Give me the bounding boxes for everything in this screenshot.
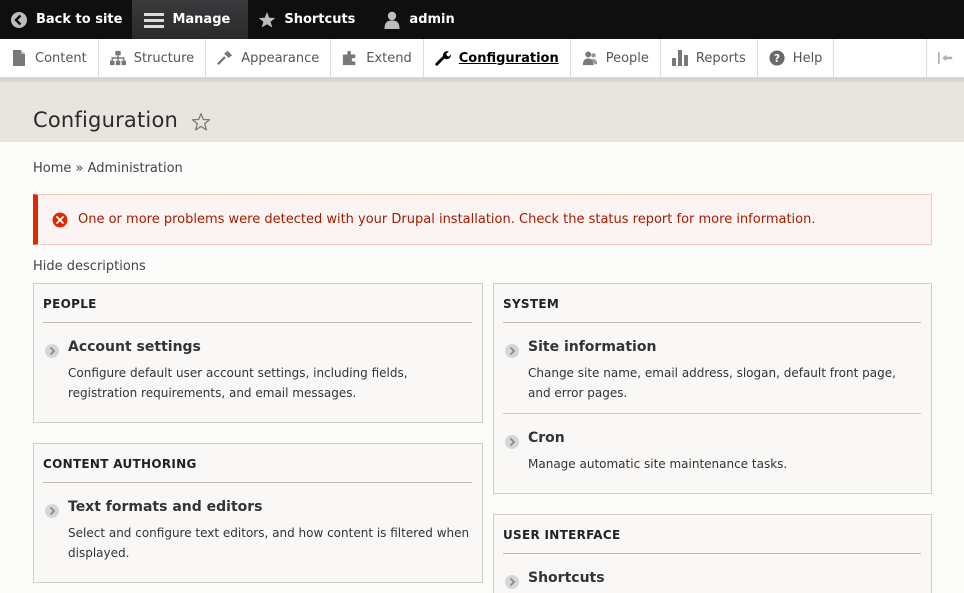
tray-item-people[interactable]: People <box>571 39 661 77</box>
breadcrumb: Home » Administration <box>33 161 183 176</box>
panel-divider <box>503 553 921 554</box>
panel-people: PEOPLE Account settings Configure defaul… <box>33 283 483 423</box>
error-icon <box>52 212 68 227</box>
shortcuts-tab[interactable]: Shortcuts <box>248 0 365 39</box>
panel-title-people: PEOPLE <box>43 297 97 311</box>
config-item-text-formats[interactable]: Text formats and editors Select and conf… <box>43 499 472 560</box>
tray-item-structure[interactable]: Structure <box>99 39 207 77</box>
tray-item-content[interactable]: Content <box>0 39 99 77</box>
panel-title-system: SYSTEM <box>503 297 560 311</box>
tray-item-appearance[interactable]: Appearance <box>206 39 332 77</box>
svg-text:?: ? <box>774 52 780 65</box>
wrench-icon <box>435 50 451 66</box>
config-item-description: Manage automatic site maintenance tasks. <box>528 457 788 471</box>
config-item-title[interactable]: Text formats and editors <box>68 499 263 515</box>
tray-label-configuration: Configuration <box>458 50 559 66</box>
people-icon <box>582 50 598 66</box>
panel-divider <box>43 322 472 323</box>
structure-icon <box>109 50 126 66</box>
chevron-right-icon <box>45 504 59 518</box>
user-icon <box>383 11 401 29</box>
shortcuts-label: Shortcuts <box>284 12 356 27</box>
chevron-right-icon <box>505 575 519 589</box>
extend-icon <box>342 50 358 66</box>
tray-orientation-toggle[interactable] <box>926 39 964 77</box>
panel-title-user-interface: USER INTERFACE <box>503 528 621 542</box>
panel-divider <box>503 322 921 323</box>
user-label: admin <box>409 12 455 27</box>
panel-divider <box>43 482 472 483</box>
page-title: Configuration <box>33 108 179 132</box>
user-tab[interactable]: admin <box>365 0 464 39</box>
config-item-description: Change site name, email address, slogan,… <box>528 366 896 400</box>
chevron-right-icon <box>505 344 519 358</box>
config-item-title[interactable]: Site information <box>528 339 656 355</box>
star-icon <box>258 11 276 29</box>
appearance-icon <box>217 50 233 66</box>
config-item-title[interactable]: Cron <box>528 430 565 446</box>
config-item-description: Configure default user account settings,… <box>68 366 408 400</box>
content-icon <box>11 50 27 66</box>
hide-descriptions-link[interactable]: Hide descriptions <box>33 259 146 274</box>
tray-label-content: Content <box>35 50 87 66</box>
panel-title-content-authoring: CONTENT AUTHORING <box>43 457 197 471</box>
breadcrumb-separator: » <box>75 161 84 176</box>
manage-label: Manage <box>172 12 231 27</box>
admin-toolbar: Back to site Manage Shortcuts admin <box>0 0 964 39</box>
page-header: Configuration <box>0 78 964 142</box>
collapse-tray-icon <box>938 52 953 64</box>
breadcrumb-administration-link[interactable]: Administration <box>88 161 183 176</box>
panel-user-interface: USER INTERFACE Shortcuts <box>493 514 932 593</box>
tray-label-reports: Reports <box>695 50 746 66</box>
shortcut-star-icon[interactable] <box>191 112 211 132</box>
back-arrow-icon <box>10 11 28 29</box>
error-message: One or more problems were detected with … <box>33 194 932 245</box>
config-item-cron[interactable]: Cron Manage automatic site maintenance t… <box>503 430 921 471</box>
admin-tray: Content Structure Appearance Extend Conf… <box>0 39 964 78</box>
back-to-site-label: Back to site <box>36 12 123 27</box>
tray-label-appearance: Appearance <box>241 50 320 66</box>
tray-item-extend[interactable]: Extend <box>331 39 424 77</box>
help-icon: ? <box>769 50 785 66</box>
config-item-title[interactable]: Account settings <box>68 339 201 355</box>
config-item-account-settings[interactable]: Account settings Configure default user … <box>43 339 472 400</box>
back-to-site-link[interactable]: Back to site <box>0 0 132 39</box>
chevron-right-icon <box>45 344 59 358</box>
tray-item-configuration[interactable]: Configuration <box>424 39 571 77</box>
tray-item-help[interactable]: ? Help <box>758 39 835 77</box>
breadcrumb-home-link[interactable]: Home <box>33 161 71 176</box>
config-item-shortcuts[interactable]: Shortcuts <box>503 570 921 593</box>
hamburger-icon <box>144 11 165 29</box>
reports-icon <box>671 50 688 66</box>
config-item-description: Select and configure text editors, and h… <box>68 526 470 560</box>
config-item-site-information[interactable]: Site information Change site name, email… <box>503 339 921 400</box>
config-item-title[interactable]: Shortcuts <box>528 570 605 586</box>
chevron-right-icon <box>505 435 519 449</box>
panel-system: SYSTEM Site information Change site name… <box>493 283 932 494</box>
entry-divider <box>503 413 921 414</box>
tray-label-structure: Structure <box>133 50 195 66</box>
tray-item-reports[interactable]: Reports <box>661 39 758 77</box>
manage-tab[interactable]: Manage <box>132 0 249 39</box>
tray-label-help: Help <box>792 50 823 66</box>
tray-label-extend: Extend <box>366 50 412 66</box>
tray-label-people: People <box>605 50 649 66</box>
panel-content-authoring: CONTENT AUTHORING Text formats and edito… <box>33 443 483 583</box>
error-message-text: One or more problems were detected with … <box>78 212 816 227</box>
